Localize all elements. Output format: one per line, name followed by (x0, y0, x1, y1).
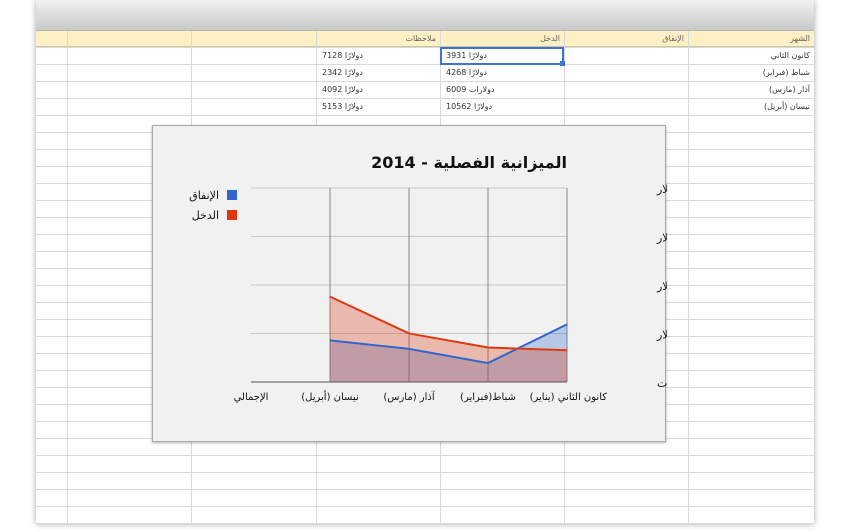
toolbar (36, 0, 814, 31)
series-area (330, 296, 567, 382)
row-divider (36, 455, 814, 456)
data-point (566, 323, 568, 325)
chart-legend: الإنفاق الدخل (189, 189, 237, 222)
selected-cell-outline[interactable] (440, 47, 564, 65)
header-notes[interactable]: ملاحظات (316, 31, 440, 47)
cell-month[interactable]: نيسان (أبريل) (688, 99, 810, 115)
legend-label: الإنفاق (189, 189, 219, 202)
y-tick-label: 0 دولارات (657, 377, 667, 390)
cell-month[interactable]: آذار (مارس) (688, 82, 810, 98)
cell-income[interactable]: 10562 دولارًا (440, 99, 560, 115)
x-tick-label: شباط(فبراير) (460, 392, 516, 403)
column-divider (67, 31, 68, 524)
cell-notes[interactable]: 2342 دولارًا (316, 65, 436, 81)
cell-notes[interactable]: 5153 دولارًا (316, 99, 436, 115)
row-divider (36, 472, 814, 473)
plot-area: 0 دولارات 6000 دولار 12000 دولار 18000 دولا… (234, 183, 667, 403)
x-tick-label: الإجمالي (234, 392, 269, 403)
legend-swatch (227, 190, 237, 200)
x-tick-label: نيسان (أبريل) (301, 390, 359, 403)
cell-month[interactable]: كانون الثاني (688, 48, 810, 64)
cell-income[interactable]: 4268 دولارًا (440, 65, 560, 81)
legend-swatch (227, 210, 237, 220)
data-point (408, 332, 410, 334)
budget-chart[interactable]: الميزانية الفصلية - 2014 الإنفاق الدخل 0 … (152, 125, 667, 442)
legend-label: الدخل (192, 209, 219, 222)
cell-notes[interactable]: 7128 دولارًا (316, 48, 436, 64)
y-tick-label: 6000 دولار (656, 329, 667, 342)
fill-handle[interactable] (560, 61, 565, 66)
chart-canvas: الميزانية الفصلية - 2014 الإنفاق الدخل 0 … (189, 153, 667, 403)
data-point (329, 339, 331, 341)
y-tick-label: 24000 دولار (656, 183, 667, 196)
row-divider (36, 115, 814, 116)
cell-notes[interactable]: 4092 دولارًا (316, 82, 436, 98)
header-month[interactable]: الشهر (688, 31, 814, 47)
row-divider (36, 523, 814, 524)
header-income[interactable]: الدخل (440, 31, 564, 47)
y-tick-label: 12000 دولار (656, 280, 667, 293)
x-tick-label: آذار (مارس) (383, 390, 435, 403)
data-point (566, 349, 568, 351)
header-row: الشهر الإنفاق الدخل ملاحظات (36, 31, 814, 47)
y-tick-label: 18000 دولار (656, 232, 667, 245)
data-point (329, 296, 331, 298)
cell-month[interactable]: شباط (فبراير) (688, 65, 810, 81)
x-tick-label: كانون الثاني (يناير) (530, 392, 608, 403)
data-point (408, 348, 410, 350)
row-divider (36, 506, 814, 507)
header-expense[interactable]: الإنفاق (564, 31, 688, 47)
cell-income[interactable]: 6009 دولارات (440, 82, 560, 98)
data-point (487, 347, 489, 349)
row-divider (36, 489, 814, 490)
chart-title: الميزانية الفصلية - 2014 (371, 153, 567, 172)
data-point (487, 362, 489, 364)
